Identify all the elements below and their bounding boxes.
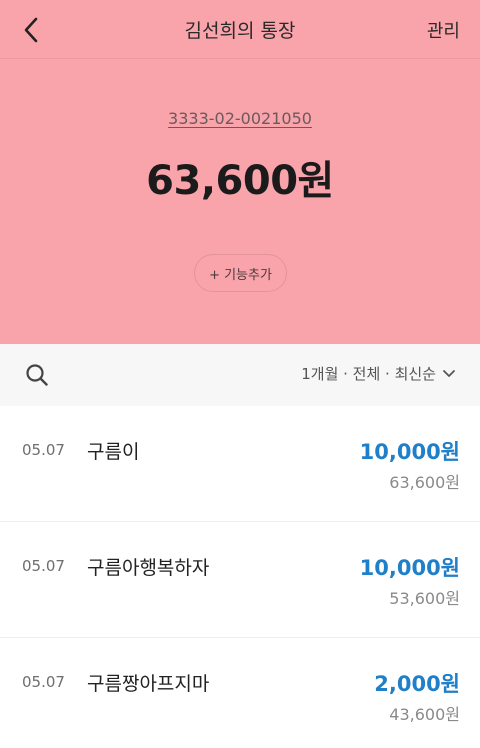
transaction-date: 05.07 bbox=[22, 441, 65, 459]
account-number: 3333-02-0021050 bbox=[0, 109, 480, 128]
transaction-row[interactable]: 05.07 구름짱아프지마 2,000원 43,600원 bbox=[0, 638, 480, 748]
account-header: 김선희의 통장 관리 3333-02-0021050 63,600원 + 기능추… bbox=[0, 0, 480, 344]
transaction-date: 05.07 bbox=[22, 557, 65, 575]
transaction-name: 구름짱아프지마 bbox=[87, 673, 210, 695]
transaction-amount: 2,000원 bbox=[374, 672, 460, 696]
divider bbox=[0, 58, 480, 59]
transaction-name: 구름아행복하자 bbox=[87, 557, 210, 579]
transaction-amount: 10,000원 bbox=[359, 556, 460, 580]
transaction-row[interactable]: 05.07 구름아행복하자 10,000원 53,600원 bbox=[0, 522, 480, 638]
transaction-list: 05.07 구름이 10,000원 63,600원 05.07 구름아행복하자 … bbox=[0, 406, 480, 748]
top-bar: 김선희의 통장 관리 bbox=[0, 0, 480, 58]
transaction-date: 05.07 bbox=[22, 673, 65, 691]
search-button[interactable] bbox=[24, 362, 50, 388]
filter-bar: 1개월 · 전체 · 최신순 bbox=[0, 344, 480, 406]
transaction-name: 구름이 bbox=[87, 441, 140, 463]
transaction-balance-after: 63,600원 bbox=[389, 473, 460, 492]
balance-amount: 63,600원 bbox=[146, 158, 334, 204]
account-number-link[interactable]: 3333-02-0021050 bbox=[168, 109, 312, 128]
transaction-row[interactable]: 05.07 구름이 10,000원 63,600원 bbox=[0, 406, 480, 522]
filter-dropdown[interactable]: 1개월 · 전체 · 최신순 bbox=[301, 363, 456, 384]
filter-label: 1개월 · 전체 · 최신순 bbox=[301, 365, 436, 383]
transaction-amount: 10,000원 bbox=[359, 440, 460, 464]
chevron-down-icon bbox=[443, 369, 455, 377]
transaction-balance-after: 43,600원 bbox=[389, 705, 460, 724]
manage-button[interactable]: 관리 bbox=[427, 17, 460, 43]
add-feature-button[interactable]: + 기능추가 bbox=[194, 254, 287, 292]
transaction-balance-after: 53,600원 bbox=[389, 589, 460, 608]
search-icon bbox=[26, 364, 48, 386]
page-title: 김선희의 통장 bbox=[184, 20, 296, 42]
